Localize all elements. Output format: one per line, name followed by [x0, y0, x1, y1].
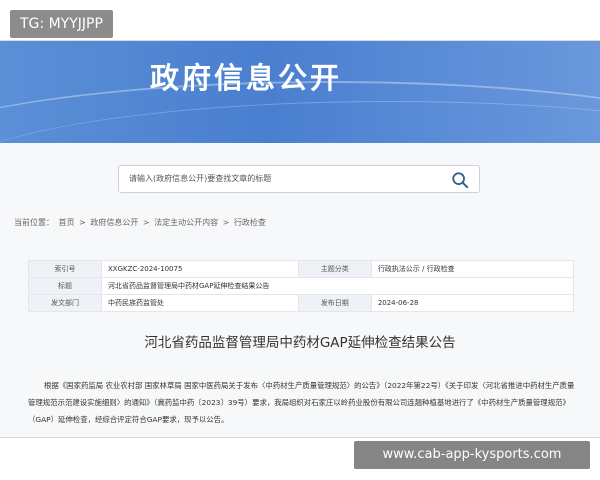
table-row: 发文部门 中药民族药监管处 发布日期 2024-06-28 [28, 294, 575, 312]
title-label: 标题 [28, 277, 102, 295]
breadcrumb-separator: > [76, 218, 89, 227]
document-title: 河北省药品监督管理局中药材GAP延伸检查结果公告 [144, 335, 456, 351]
breadcrumb-separator: > [140, 218, 153, 227]
search-box[interactable]: 请输入(政府信息公开)要查找文章的标题 [118, 165, 480, 193]
header-banner: 政府信息公开 [0, 41, 600, 143]
banner-title: 政府信息公开 [150, 61, 343, 95]
table-row: 索引号 XXGKZC-2024-10075 主题分类 行政执法公示 / 行政检查 [28, 260, 575, 278]
dept-label: 发文部门 [28, 294, 102, 312]
category-value: 行政执法公示 / 行政检查 [370, 260, 575, 278]
metadata-table: 索引号 XXGKZC-2024-10075 主题分类 行政执法公示 / 行政检查… [28, 260, 575, 312]
dept-value: 中药民族药监管处 [101, 294, 299, 312]
index-label: 索引号 [28, 260, 102, 278]
breadcrumb-item-home[interactable]: 首页 [59, 218, 75, 227]
watermark-label: TG: MYYJJPP [10, 10, 113, 38]
title-value: 河北省药品监督管理局中药材GAP延伸检查结果公告 [101, 277, 574, 295]
breadcrumb-prefix: 当前位置： [14, 218, 54, 227]
breadcrumb-separator: > [220, 218, 232, 227]
page-frame: 政府信息公开 请输入(政府信息公开)要查找文章的标题 当前位置： 首页 > 政府… [0, 40, 600, 438]
url-badge: www.cab-app-kysports.com [354, 441, 590, 469]
search-icon[interactable] [451, 171, 469, 189]
date-label: 发布日期 [297, 294, 372, 312]
date-value: 2024-06-28 [370, 294, 575, 312]
breadcrumb: 当前位置： 首页 > 政府信息公开 > 法定主动公开内容 > 行政检查 [14, 217, 268, 228]
breadcrumb-item-public-info[interactable]: 政府信息公开 [90, 218, 138, 227]
breadcrumb-item-inspection[interactable]: 行政检查 [234, 218, 266, 227]
index-value: XXGKZC-2024-10075 [101, 260, 299, 278]
category-label: 主题分类 [297, 260, 372, 278]
table-row: 标题 河北省药品监督管理局中药材GAP延伸检查结果公告 [28, 277, 574, 295]
breadcrumb-item-statutory[interactable]: 法定主动公开内容 [154, 218, 218, 227]
document-body: 根据《国家药监局 农业农村部 国家林草局 国家中医药局关于发布〈中药材生产质量管… [28, 381, 575, 424]
search-input[interactable]: 请输入(政府信息公开)要查找文章的标题 [129, 173, 271, 184]
